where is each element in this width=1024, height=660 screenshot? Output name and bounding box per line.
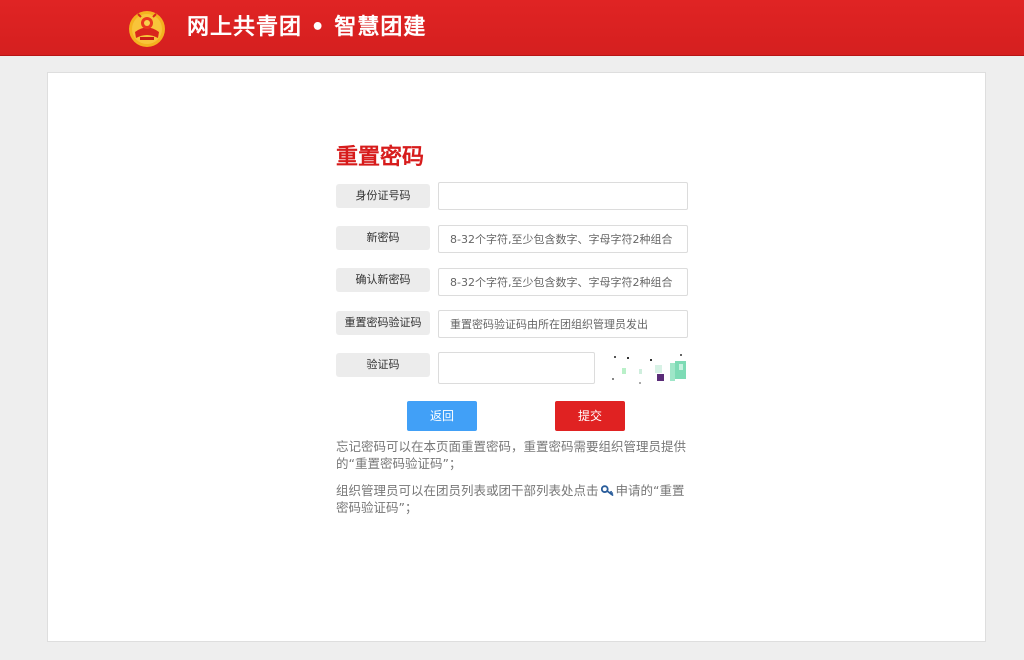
captcha-input[interactable] — [438, 352, 595, 384]
page-title: 重置密码 — [336, 145, 425, 170]
key-icon — [600, 485, 613, 496]
youth-league-emblem-icon — [129, 11, 165, 47]
admin-help-text-before: 组织管理员可以在团员列表或团干部列表处点击 — [336, 483, 599, 498]
id-number-input[interactable] — [438, 182, 688, 210]
new-password-input[interactable] — [438, 225, 688, 253]
confirm-password-input[interactable] — [438, 268, 688, 296]
captcha-label: 验证码 — [336, 353, 430, 377]
id-number-label: 身份证号码 — [336, 184, 430, 208]
captcha-image[interactable] — [606, 352, 688, 386]
reset-code-label: 重置密码验证码 — [336, 311, 430, 335]
top-header: 网上共青团 • 智慧团建 — [0, 0, 1024, 56]
submit-button[interactable]: 提交 — [555, 401, 625, 431]
reset-help-note: 忘记密码可以在本页面重置密码，重置密码需要组织管理员提供的“重置密码验证码”； — [336, 439, 687, 471]
reset-code-input[interactable] — [438, 310, 688, 338]
back-button[interactable]: 返回 — [407, 401, 477, 431]
new-password-label: 新密码 — [336, 226, 430, 250]
confirm-password-label: 确认新密码 — [336, 268, 430, 292]
site-title: 网上共青团 • 智慧团建 — [187, 15, 427, 40]
admin-help-note: 组织管理员可以在团员列表或团干部列表处点击 申请的“重置密码验证码”； — [336, 482, 692, 516]
